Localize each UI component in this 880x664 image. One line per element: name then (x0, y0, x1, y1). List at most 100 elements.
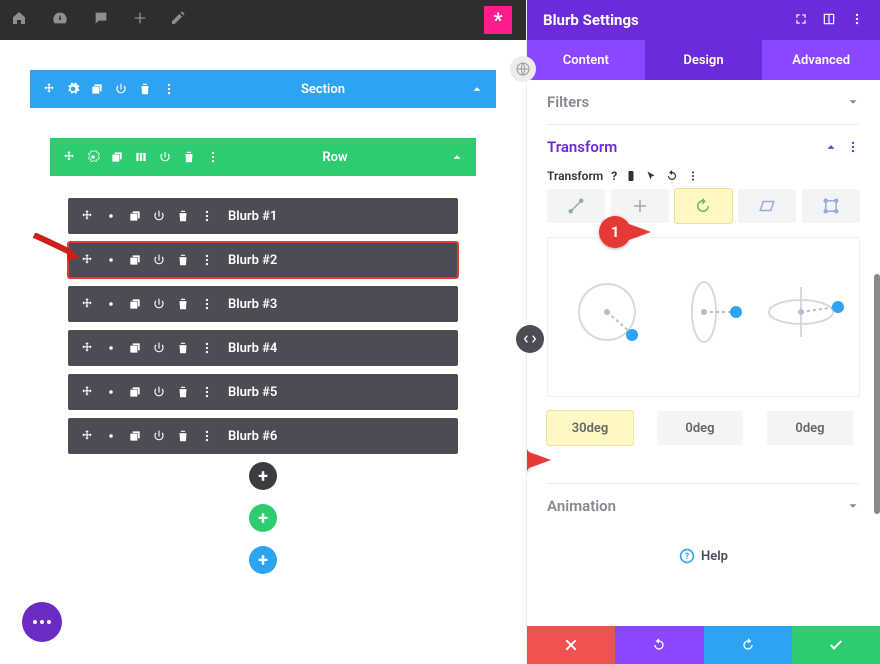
power-icon[interactable] (158, 150, 172, 164)
rotate-z-input[interactable] (547, 411, 633, 445)
filters-section[interactable]: Filters (547, 80, 860, 125)
expand-icon[interactable] (794, 11, 808, 30)
module-item[interactable]: Blurb #5 (68, 374, 458, 410)
cursor-icon[interactable] (645, 169, 657, 183)
fab-menu-button[interactable] (22, 602, 62, 642)
add-module-button[interactable]: + (249, 462, 277, 490)
power-icon[interactable] (152, 209, 166, 223)
panel-resize-handle[interactable] (516, 325, 544, 353)
reset-icon[interactable] (665, 169, 679, 183)
origin-option[interactable] (802, 189, 860, 223)
duplicate-icon[interactable] (110, 150, 124, 164)
add-row-button[interactable]: + (249, 504, 277, 532)
duplicate-icon[interactable] (90, 82, 104, 96)
dots-icon[interactable] (200, 209, 214, 223)
trash-icon[interactable] (176, 209, 190, 223)
undo-button[interactable] (615, 626, 703, 664)
module-item[interactable]: Blurb #4 (68, 330, 458, 366)
gear-icon[interactable] (104, 209, 118, 223)
trash-icon[interactable] (176, 429, 190, 443)
trash-icon[interactable] (176, 253, 190, 267)
move-icon[interactable] (62, 150, 76, 164)
plus-icon[interactable] (132, 10, 148, 30)
power-icon[interactable] (152, 297, 166, 311)
columns-icon[interactable] (134, 150, 148, 164)
scale-option[interactable] (547, 189, 605, 223)
dots-icon[interactable] (162, 82, 176, 96)
tab-content[interactable]: Content (527, 40, 645, 80)
save-button[interactable] (792, 626, 880, 664)
gear-icon[interactable] (86, 150, 100, 164)
duplicate-icon[interactable] (128, 429, 142, 443)
phone-icon[interactable] (625, 169, 637, 183)
gear-icon[interactable] (104, 297, 118, 311)
trash-icon[interactable] (138, 82, 152, 96)
move-icon[interactable] (80, 297, 94, 311)
dots-icon[interactable] (200, 341, 214, 355)
module-item[interactable]: Blurb #1 (68, 198, 458, 234)
animation-section[interactable]: Animation (547, 484, 860, 528)
move-icon[interactable] (80, 341, 94, 355)
help-link[interactable]: ? Help (547, 528, 860, 584)
rotate-x-input[interactable] (767, 411, 853, 445)
rotate-y-input[interactable] (657, 411, 743, 445)
power-icon[interactable] (152, 429, 166, 443)
tab-design[interactable]: Design (645, 40, 763, 80)
dots-icon[interactable] (206, 150, 220, 164)
trash-icon[interactable] (176, 341, 190, 355)
duplicate-icon[interactable] (128, 253, 142, 267)
module-item[interactable]: Blurb #2 (68, 242, 458, 278)
gear-icon[interactable] (104, 385, 118, 399)
move-icon[interactable] (80, 209, 94, 223)
dots-icon[interactable] (200, 253, 214, 267)
module-item[interactable]: Blurb #3 (68, 286, 458, 322)
scrollbar[interactable] (874, 274, 880, 514)
redo-button[interactable] (704, 626, 792, 664)
rotate-y-control[interactable] (659, 257, 749, 377)
add-section-button[interactable]: + (249, 546, 277, 574)
duplicate-icon[interactable] (128, 209, 142, 223)
move-icon[interactable] (42, 82, 56, 96)
rotate-option[interactable] (675, 189, 733, 223)
globe-icon[interactable] (510, 56, 536, 82)
collapse-icon[interactable] (450, 150, 464, 164)
help-glyph[interactable]: ? (611, 169, 617, 183)
snap-icon[interactable] (822, 11, 836, 30)
gear-icon[interactable] (104, 253, 118, 267)
move-icon[interactable] (80, 429, 94, 443)
row-toolbar[interactable]: Row (50, 138, 476, 176)
comment-icon[interactable] (92, 10, 110, 30)
gear-icon[interactable] (66, 82, 80, 96)
dots-icon[interactable] (200, 297, 214, 311)
wildcard-badge[interactable]: * (484, 6, 512, 34)
cancel-button[interactable] (527, 626, 615, 664)
trash-icon[interactable] (176, 385, 190, 399)
move-icon[interactable] (80, 253, 94, 267)
module-item[interactable]: Blurb #6 (68, 418, 458, 454)
dots-icon[interactable] (846, 140, 860, 154)
gear-icon[interactable] (104, 341, 118, 355)
duplicate-icon[interactable] (128, 385, 142, 399)
power-icon[interactable] (152, 385, 166, 399)
gear-icon[interactable] (104, 429, 118, 443)
power-icon[interactable] (152, 253, 166, 267)
rotate-x-control[interactable] (756, 257, 846, 377)
skew-option[interactable] (738, 189, 796, 223)
more-icon[interactable] (850, 11, 864, 30)
tab-advanced[interactable]: Advanced (762, 40, 880, 80)
collapse-icon[interactable] (470, 82, 484, 96)
section-toolbar[interactable]: Section (30, 70, 496, 108)
gauge-icon[interactable] (50, 10, 70, 30)
dots-icon[interactable] (200, 429, 214, 443)
pencil-icon[interactable] (170, 10, 186, 30)
power-icon[interactable] (152, 341, 166, 355)
dots-icon[interactable] (200, 385, 214, 399)
trash-icon[interactable] (176, 297, 190, 311)
move-icon[interactable] (80, 385, 94, 399)
power-icon[interactable] (114, 82, 128, 96)
rotate-z-control[interactable] (562, 257, 652, 377)
duplicate-icon[interactable] (128, 341, 142, 355)
trash-icon[interactable] (182, 150, 196, 164)
dots-icon[interactable] (687, 169, 699, 183)
duplicate-icon[interactable] (128, 297, 142, 311)
